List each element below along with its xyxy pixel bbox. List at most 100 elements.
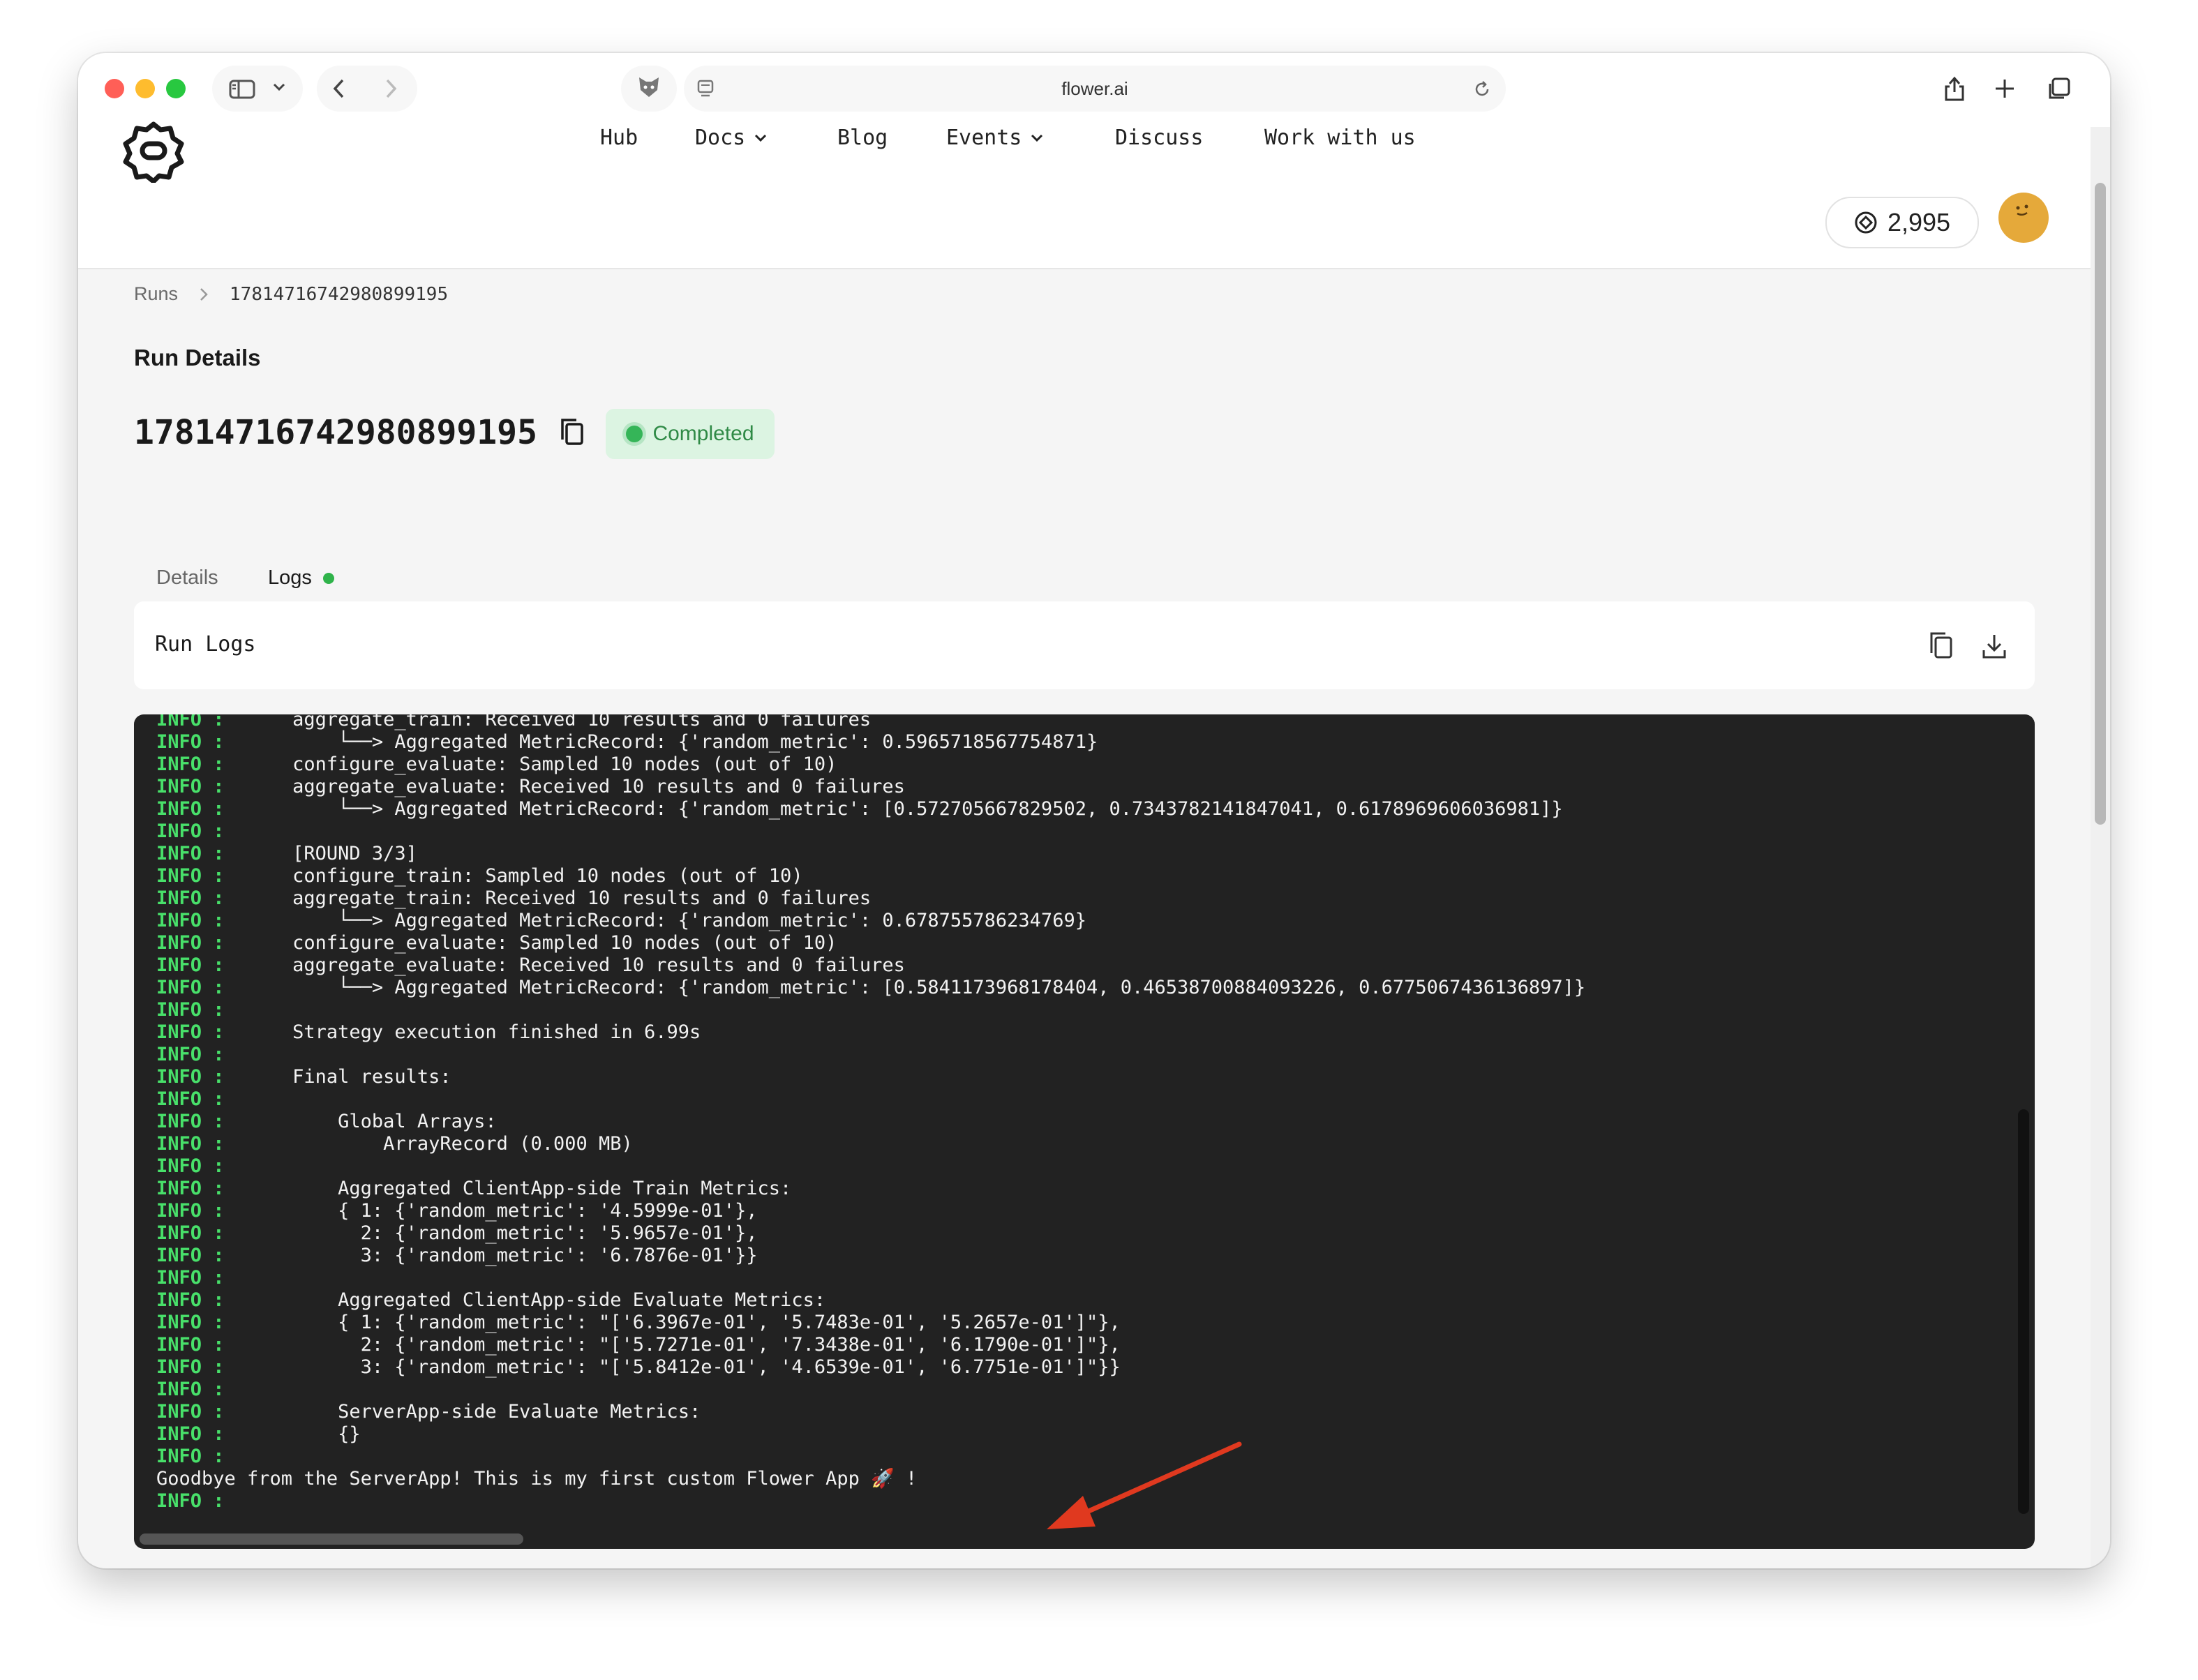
copy-run-id-button[interactable]	[558, 417, 586, 451]
log-level: INFO :	[156, 1200, 225, 1222]
credits-badge[interactable]: 2,995	[1825, 197, 1979, 248]
log-message: Aggregated ClientApp-side Evaluate Metri…	[224, 1289, 826, 1311]
log-lines: INFO : aggregate_train: Received 10 resu…	[156, 714, 1585, 1513]
log-line: INFO : Final results:	[156, 1066, 1585, 1088]
log-line: INFO :	[156, 1446, 1585, 1468]
nav-events[interactable]: Events	[946, 126, 1044, 150]
log-line: INFO : {}	[156, 1423, 1585, 1446]
log-message: 2: {'random_metric': "['5.7271e-01', '7.…	[224, 1334, 1121, 1356]
log-level: INFO :	[156, 843, 225, 864]
user-avatar[interactable]	[1998, 193, 2049, 243]
tab-logs[interactable]: Logs	[268, 567, 334, 590]
log-message: └──> Aggregated MetricRecord: {'random_m…	[224, 731, 1098, 753]
log-level: INFO :	[156, 1423, 225, 1445]
page-scrollbar-thumb[interactable]	[2095, 183, 2106, 825]
tab-details[interactable]: Details	[156, 567, 218, 590]
log-message: aggregate_evaluate: Received 10 results …	[224, 954, 905, 976]
log-line: INFO : aggregate_evaluate: Received 10 r…	[156, 776, 1585, 798]
log-message: └──> Aggregated MetricRecord: {'random_m…	[224, 910, 1086, 931]
sidebar-icon	[229, 80, 255, 99]
minimize-window-button[interactable]	[135, 79, 155, 98]
log-level: INFO :	[156, 887, 225, 909]
copy-icon	[1930, 632, 1952, 659]
nav-work-with-us[interactable]: Work with us	[1264, 126, 1416, 150]
log-message: └──> Aggregated MetricRecord: {'random_m…	[224, 977, 1586, 998]
log-line: INFO :	[156, 1088, 1585, 1111]
log-level: INFO :	[156, 1267, 225, 1289]
share-icon[interactable]	[1943, 75, 1966, 102]
close-window-button[interactable]	[105, 79, 124, 98]
new-tab-icon[interactable]	[1994, 78, 2015, 99]
log-line: INFO : Aggregated ClientApp-side Train M…	[156, 1178, 1585, 1200]
log-level: INFO :	[156, 1088, 225, 1110]
log-message: Global Arrays:	[224, 1111, 497, 1132]
log-message: aggregate_train: Received 10 results and…	[224, 714, 872, 730]
terminal-vertical-scrollbar[interactable]	[2018, 1109, 2029, 1514]
log-line: INFO :	[156, 1155, 1585, 1178]
sidebar-toggle[interactable]	[212, 66, 303, 112]
log-message: Strategy execution finished in 6.99s	[224, 1021, 701, 1043]
privacy-extension[interactable]	[621, 66, 677, 112]
log-line: INFO : { 1: {'random_metric': '4.5999e-0…	[156, 1200, 1585, 1222]
download-logs-button[interactable]	[1980, 631, 2008, 665]
credits-icon	[1855, 211, 1877, 234]
log-level: INFO :	[156, 910, 225, 931]
log-line: Goodbye from the ServerApp! This is my f…	[156, 1468, 1585, 1490]
log-message: ServerApp-side Evaluate Metrics:	[224, 1401, 701, 1423]
copy-icon	[561, 419, 583, 445]
forward-arrow-icon[interactable]	[384, 78, 398, 99]
flower-logo[interactable]	[121, 119, 186, 186]
log-line: INFO : configure_evaluate: Sampled 10 no…	[156, 753, 1585, 776]
log-level: INFO :	[156, 1178, 225, 1199]
nav-docs[interactable]: Docs	[695, 126, 768, 150]
reload-icon[interactable]	[1472, 80, 1492, 99]
log-level: INFO :	[156, 1356, 225, 1378]
log-level: INFO :	[156, 1222, 225, 1244]
page-scrollbar-track[interactable]	[2091, 127, 2110, 1568]
tab-overview-icon[interactable]	[2046, 77, 2071, 102]
log-message: configure_evaluate: Sampled 10 nodes (ou…	[224, 753, 837, 775]
nav-discuss[interactable]: Discuss	[1115, 126, 1203, 150]
log-level: INFO :	[156, 776, 225, 797]
breadcrumb-runs-link[interactable]: Runs	[134, 283, 178, 305]
terminal-horizontal-scrollbar[interactable]	[140, 1533, 523, 1545]
browser-actions	[1934, 66, 2098, 112]
log-level: INFO :	[156, 1490, 225, 1512]
log-level: INFO :	[156, 1044, 225, 1065]
chevron-right-icon	[200, 287, 208, 301]
log-line: INFO : aggregate_evaluate: Received 10 r…	[156, 954, 1585, 977]
back-arrow-icon[interactable]	[332, 78, 346, 99]
nav-blog[interactable]: Blog	[837, 126, 888, 150]
zoom-window-button[interactable]	[166, 79, 186, 98]
address-bar[interactable]: flower.ai	[684, 66, 1506, 112]
log-level: INFO :	[156, 714, 225, 730]
browser-toolbar: flower.ai	[78, 53, 2110, 127]
log-message: {}	[224, 1423, 361, 1445]
log-line: INFO : aggregate_train: Received 10 resu…	[156, 714, 1585, 731]
log-message: └──> Aggregated MetricRecord: {'random_m…	[224, 798, 1563, 820]
status-dot	[626, 426, 643, 442]
log-level: INFO :	[156, 1245, 225, 1266]
log-line: INFO : [ROUND 3/3]	[156, 843, 1585, 865]
log-terminal[interactable]: INFO : aggregate_train: Received 10 resu…	[134, 714, 2035, 1549]
log-level: INFO :	[156, 798, 225, 820]
log-message: [ROUND 3/3]	[224, 843, 417, 864]
log-level: INFO :	[156, 1334, 225, 1356]
log-line: INFO : 3: {'random_metric': "['5.8412e-0…	[156, 1356, 1585, 1379]
log-level: INFO :	[156, 1446, 225, 1467]
copy-logs-button[interactable]	[1927, 631, 1955, 665]
log-level: INFO :	[156, 999, 225, 1021]
log-level: INFO :	[156, 932, 225, 954]
log-message: Aggregated ClientApp-side Train Metrics:	[224, 1178, 792, 1199]
status-badge: Completed	[606, 409, 775, 459]
log-line: INFO :	[156, 999, 1585, 1021]
log-line: INFO : 2: {'random_metric': "['5.7271e-0…	[156, 1334, 1585, 1356]
log-level: INFO :	[156, 1066, 225, 1088]
nav-hub[interactable]: Hub	[600, 126, 638, 150]
log-line: INFO : └──> Aggregated MetricRecord: {'r…	[156, 798, 1585, 820]
log-line: INFO : 3: {'random_metric': '6.7876e-01'…	[156, 1245, 1585, 1267]
page-settings-icon[interactable]	[696, 80, 715, 99]
chevron-down-icon[interactable]	[272, 82, 286, 92]
log-line: INFO :	[156, 1044, 1585, 1066]
log-level: INFO :	[156, 1133, 225, 1155]
